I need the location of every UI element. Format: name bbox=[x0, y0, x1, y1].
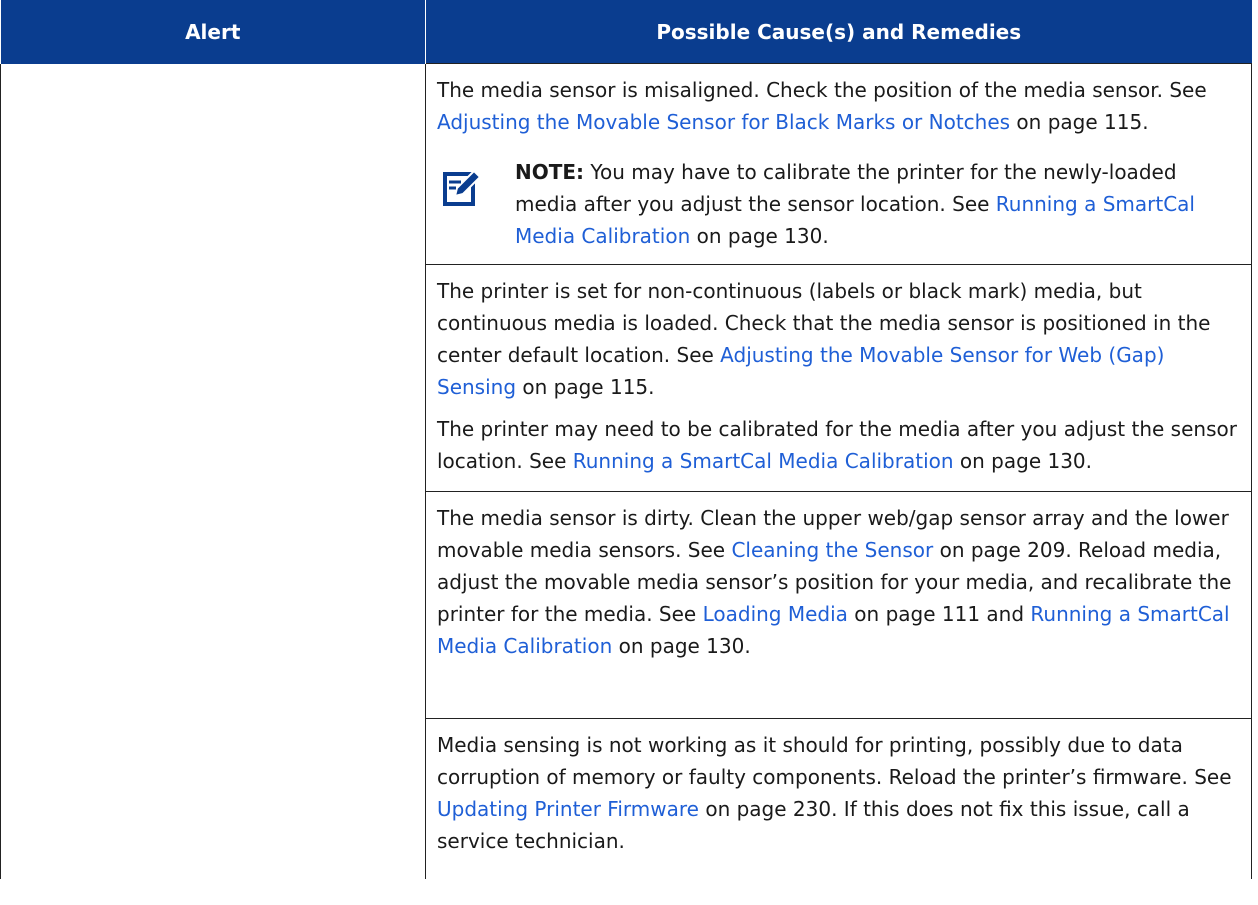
link-adjusting-sensor-black-marks[interactable]: Adjusting the Movable Sensor for Black M… bbox=[437, 110, 1010, 134]
table-row: The media sensor is misaligned. Check th… bbox=[0, 63, 1252, 879]
link-updating-firmware[interactable]: Updating Printer Firmware bbox=[437, 797, 699, 821]
note-edit-icon bbox=[443, 169, 479, 206]
cause-paragraph: The printer is set for non-continuous (l… bbox=[437, 275, 1237, 403]
cause-paragraph: The printer may need to be calibrated fo… bbox=[437, 413, 1237, 477]
note-block: NOTE: You may have to calibrate the prin… bbox=[437, 156, 1237, 252]
cause-paragraph: The media sensor is dirty. Clean the upp… bbox=[437, 502, 1237, 662]
alerts-table: Alert Possible Cause(s) and Remedies The… bbox=[0, 0, 1252, 879]
link-smartcal-calibration[interactable]: Running a SmartCal Media Calibration bbox=[573, 449, 954, 473]
link-cleaning-sensor[interactable]: Cleaning the Sensor bbox=[731, 538, 933, 562]
note-body: on page 130. bbox=[690, 224, 829, 248]
table-header-row: Alert Possible Cause(s) and Remedies bbox=[0, 0, 1252, 64]
link-loading-media[interactable]: Loading Media bbox=[703, 602, 848, 626]
header-causes: Possible Cause(s) and Remedies bbox=[425, 0, 1252, 64]
cause-paragraph: Media sensing is not working as it shoul… bbox=[437, 729, 1237, 857]
cause-cell: The media sensor is misaligned. Check th… bbox=[425, 63, 1252, 265]
cause-text: The media sensor is misaligned. Check th… bbox=[437, 78, 1207, 102]
cause-paragraph: The media sensor is misaligned. Check th… bbox=[437, 74, 1237, 138]
cause-text: on page 130. bbox=[612, 634, 751, 658]
cause-text: on page 130. bbox=[953, 449, 1093, 473]
note-text: NOTE: You may have to calibrate the prin… bbox=[515, 156, 1237, 252]
cause-cell: The printer is set for non-continuous (l… bbox=[425, 264, 1252, 492]
note-label: NOTE: bbox=[515, 160, 585, 184]
cause-text: on page 111 and bbox=[847, 602, 1031, 626]
cause-cell: The media sensor is dirty. Clean the upp… bbox=[425, 491, 1252, 719]
cause-text: Media sensing is not working as it shoul… bbox=[437, 733, 1232, 789]
cause-cell: Media sensing is not working as it shoul… bbox=[425, 718, 1252, 879]
cause-text: on page 115. bbox=[1010, 110, 1149, 134]
cause-text: on page 115. bbox=[516, 375, 655, 399]
alert-cell bbox=[0, 63, 426, 879]
header-alert: Alert bbox=[0, 0, 426, 64]
